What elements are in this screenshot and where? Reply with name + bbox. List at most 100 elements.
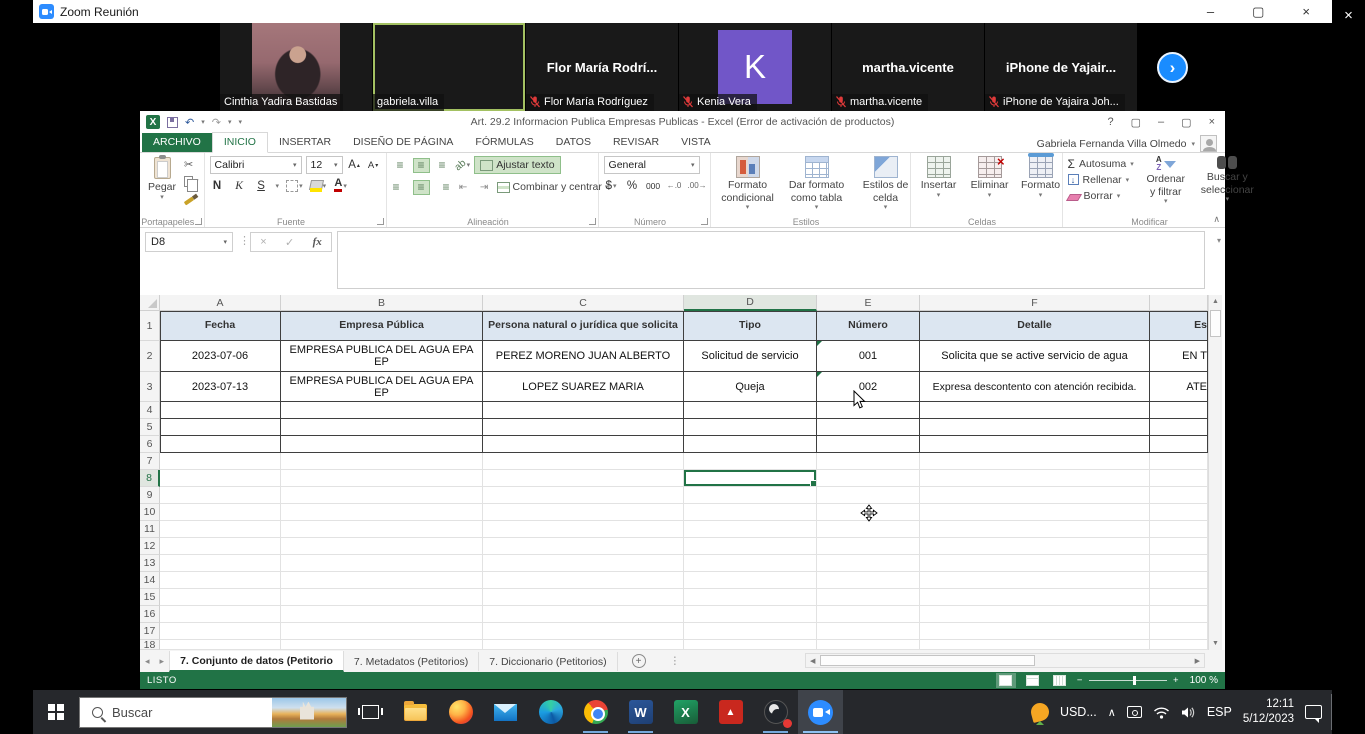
next-participants-button[interactable]: › (1157, 52, 1188, 83)
horizontal-scroll-thumb[interactable] (820, 655, 1035, 666)
grid-cell[interactable] (483, 572, 684, 589)
borders-icon[interactable]: ▾ (286, 178, 303, 193)
grid-cell-a3[interactable]: 2023-07-13 (160, 372, 281, 402)
grid-cell[interactable] (920, 538, 1150, 555)
task-view-button[interactable] (347, 690, 393, 734)
row-header[interactable]: 9 (140, 487, 160, 504)
confirm-entry-icon[interactable]: ✓ (285, 236, 294, 249)
align-top-icon[interactable]: ≡ (392, 158, 409, 173)
grid-cell-g1[interactable]: Es (1150, 311, 1208, 341)
row-header[interactable]: 17 (140, 623, 160, 640)
show-desktop-divider[interactable] (1331, 694, 1332, 730)
tab-revisar[interactable]: REVISAR (602, 133, 670, 152)
tab-formulas[interactable]: FÓRMULAS (464, 133, 544, 152)
grid-cell[interactable] (281, 453, 483, 470)
grid-cell-f1[interactable]: Detalle (920, 311, 1150, 341)
taskbar-file-explorer[interactable] (393, 690, 438, 734)
grid-cell-a2[interactable]: 2023-07-06 (160, 341, 281, 372)
grid-cell[interactable] (920, 623, 1150, 640)
grid-cell[interactable] (684, 538, 817, 555)
cut-icon[interactable]: ✂ (184, 157, 199, 171)
sheet-nav-right-icon[interactable]: ▸ (155, 656, 170, 667)
grid-cell[interactable] (160, 521, 281, 538)
grid-cell[interactable] (281, 538, 483, 555)
grid-cell[interactable] (281, 555, 483, 572)
grid-cell[interactable] (281, 640, 483, 650)
grid-cell[interactable] (920, 402, 1150, 419)
grid-cell-f2[interactable]: Solicita que se active servicio de agua (920, 341, 1150, 372)
grid-cell[interactable] (684, 572, 817, 589)
row-header[interactable]: 4 (140, 402, 160, 419)
zoom-in-icon[interactable]: + (1173, 675, 1179, 686)
taskbar-word[interactable]: W (618, 690, 663, 734)
grid-cell-e2[interactable]: 001 (817, 341, 920, 372)
underline-button[interactable]: S (254, 178, 269, 193)
grid-cell[interactable] (920, 555, 1150, 572)
grid-cell[interactable] (281, 504, 483, 521)
vertical-scrollbar[interactable]: ▲ ▼ (1208, 295, 1222, 650)
row-header[interactable]: 11 (140, 521, 160, 538)
qat-customize-icon[interactable]: ▾ (238, 118, 242, 126)
cancel-entry-icon[interactable]: × (260, 236, 266, 248)
grid-cell[interactable] (160, 470, 281, 487)
grid-cell[interactable] (483, 521, 684, 538)
grid-cell[interactable] (920, 436, 1150, 453)
grid-cell[interactable] (817, 402, 920, 419)
grid-cell[interactable] (281, 436, 483, 453)
grid-cell[interactable] (483, 453, 684, 470)
grid-cell[interactable] (684, 419, 817, 436)
grid-cell[interactable] (160, 640, 281, 650)
new-sheet-icon[interactable]: + (632, 654, 646, 668)
row-header[interactable]: 5 (140, 419, 160, 436)
grid-cell[interactable] (281, 589, 483, 606)
grid-cell[interactable] (684, 623, 817, 640)
help-icon[interactable]: ? (1108, 116, 1114, 128)
grid-cell[interactable] (817, 640, 920, 650)
speaker-icon[interactable] (1181, 706, 1196, 719)
grid-cell[interactable] (1150, 487, 1208, 504)
grid-cell[interactable] (281, 606, 483, 623)
grid-cell[interactable] (920, 470, 1150, 487)
dialog-launcher-icon[interactable] (589, 218, 596, 225)
participant-tile[interactable]: iPhone de Yajair... iPhone de Yajaira Jo… (985, 23, 1137, 111)
grid-cell[interactable] (483, 538, 684, 555)
save-icon[interactable] (167, 117, 178, 128)
column-header-c[interactable]: C (483, 295, 684, 311)
grid-cell[interactable] (920, 453, 1150, 470)
grid-cell-d1[interactable]: Tipo (684, 311, 817, 341)
page-break-view-icon[interactable] (1050, 673, 1070, 688)
grid-cell[interactable] (817, 521, 920, 538)
grid-cell-b1[interactable]: Empresa Pública (281, 311, 483, 341)
grid-cell[interactable] (1150, 436, 1208, 453)
zoom-percentage[interactable]: 100 % (1186, 675, 1218, 686)
paste-button[interactable]: Pegar ▾ (145, 156, 179, 203)
grid-cell[interactable] (817, 436, 920, 453)
grid-cell-a1[interactable]: Fecha (160, 311, 281, 341)
comma-format-icon[interactable]: 000 (646, 178, 661, 193)
grid-cell[interactable] (817, 487, 920, 504)
sort-filter-button[interactable]: AZ Ordenar y filtrar▾ (1140, 156, 1192, 207)
orientation-icon[interactable]: ab▾ (455, 158, 471, 173)
grid-cell[interactable] (160, 606, 281, 623)
font-name-select[interactable]: Calibri▾ (210, 156, 302, 174)
ribbon-options-icon[interactable]: ▢ (1131, 116, 1141, 129)
keyboard-language[interactable]: ESP (1207, 705, 1232, 719)
redo-icon[interactable]: ↷ (212, 116, 221, 129)
taskbar-edge[interactable] (528, 690, 573, 734)
wrap-text-button[interactable]: Ajustar texto (474, 156, 560, 174)
tab-datos[interactable]: DATOS (545, 133, 602, 152)
bold-button[interactable]: N (210, 178, 225, 193)
tab-vista[interactable]: VISTA (670, 133, 722, 152)
column-header-f[interactable]: F (920, 295, 1150, 311)
grid-cell-b3[interactable]: EMPRESA PUBLICA DEL AGUA EPA EP (281, 372, 483, 402)
grid-cell[interactable] (483, 606, 684, 623)
grid-cell[interactable] (1150, 640, 1208, 650)
format-cells-button[interactable]: Formato▾ (1018, 156, 1064, 200)
decrease-decimal-icon[interactable]: .00→ (688, 178, 707, 193)
taskbar-firefox[interactable] (438, 690, 483, 734)
grid-cell[interactable] (684, 606, 817, 623)
grid-cell[interactable] (281, 623, 483, 640)
account-user[interactable]: Gabriela Fernanda Villa Olmedo ▾ (1037, 135, 1217, 152)
row-header[interactable]: 8 (140, 470, 160, 487)
grid-cell[interactable] (684, 521, 817, 538)
